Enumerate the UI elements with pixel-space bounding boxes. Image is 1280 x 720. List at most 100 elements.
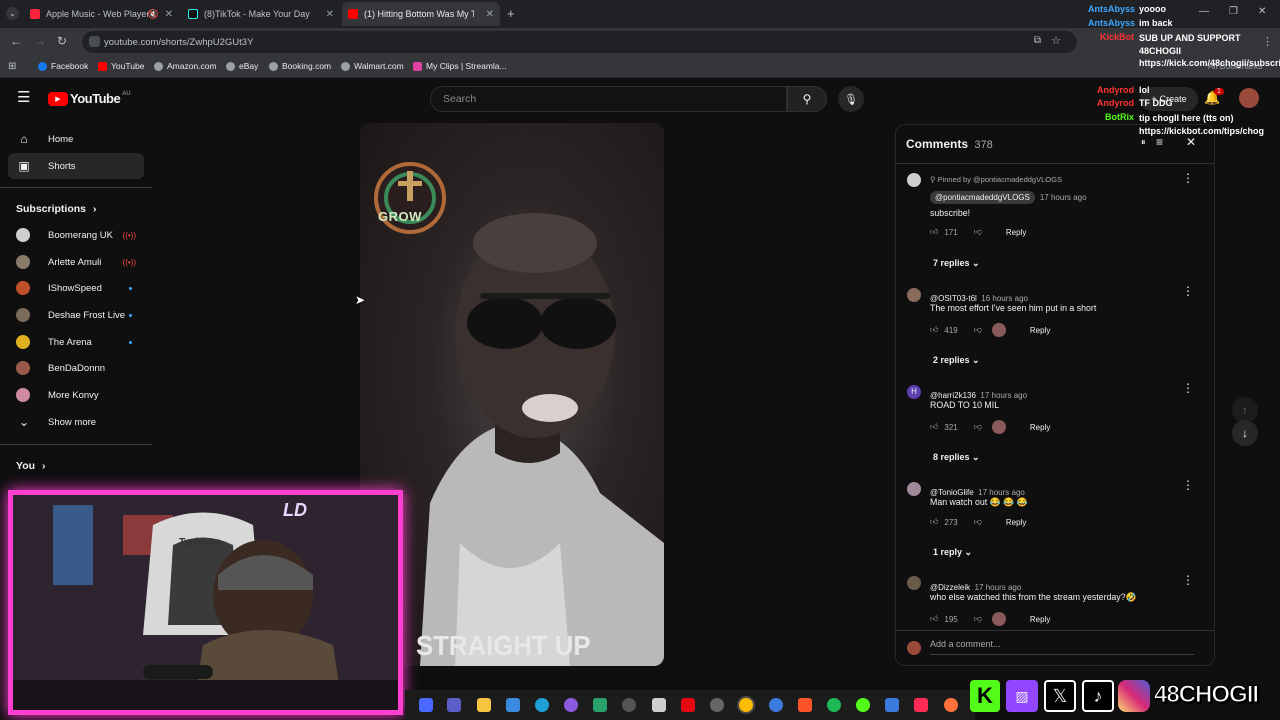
comment-author[interactable]: @TonioGlife	[930, 488, 974, 497]
close-tab-icon[interactable]: ✕	[486, 9, 494, 20]
commenter-avatar[interactable]: H	[907, 385, 921, 399]
tab-youtube[interactable]: (1) Hitting Bottom Was My Turn ✕	[342, 2, 500, 26]
tab-search-icon[interactable]: ⌄	[6, 7, 19, 20]
like-icon[interactable]: 👍︎	[930, 517, 938, 527]
maximize-icon[interactable]: ❐	[1229, 6, 1238, 17]
view-replies-button[interactable]: 1 reply ⌄	[933, 547, 972, 558]
commenter-avatar[interactable]	[907, 173, 921, 187]
comment-menu-icon[interactable]: ⋮	[1182, 381, 1194, 395]
app-icon[interactable]	[710, 698, 724, 712]
bookmark-star-icon[interactable]: ☆	[1051, 34, 1061, 47]
mute-icon[interactable]: 🔇	[148, 9, 159, 20]
sidebar-item-subscription[interactable]: The Arena	[8, 329, 144, 355]
dislike-icon[interactable]: 👎︎	[974, 422, 982, 432]
you-header[interactable]: You ›	[16, 460, 45, 472]
search-input[interactable]: Search	[430, 86, 787, 112]
show-more-button[interactable]: ⌄ Show more	[8, 409, 144, 435]
reply-button[interactable]: Reply	[1006, 228, 1026, 237]
app-icon[interactable]	[593, 698, 607, 712]
hamburger-menu-icon[interactable]: ☰	[17, 90, 30, 105]
close-tab-icon[interactable]: ✕	[165, 9, 173, 20]
bookmark-booking[interactable]: Booking.com	[269, 61, 331, 71]
reply-button[interactable]: Reply	[1006, 518, 1026, 527]
comment-menu-icon[interactable]: ⋮	[1182, 171, 1194, 185]
comment-menu-icon[interactable]: ⋮	[1182, 573, 1194, 587]
tab-tiktok[interactable]: (8)TikTok - Make Your Day ✕	[182, 2, 340, 26]
sidebar-item-subscription[interactable]: More Konvy	[8, 382, 144, 408]
dislike-icon[interactable]: 👎︎	[974, 325, 982, 335]
forward-icon[interactable]: →	[34, 34, 46, 48]
comment-menu-icon[interactable]: ⋮	[1182, 478, 1194, 492]
sidebar-item-subscription[interactable]: Deshae Frost Live	[8, 302, 144, 328]
reload-icon[interactable]: ↻	[57, 34, 67, 48]
tab-apple-music[interactable]: Apple Music - Web Player 🔇 ✕	[24, 2, 179, 26]
edge-icon[interactable]	[535, 698, 549, 712]
subscriptions-header[interactable]: Subscriptions ›	[16, 203, 96, 215]
like-icon[interactable]: 👍︎	[930, 227, 938, 237]
sidebar-item-subscription[interactable]: Boomerang UK ((•))	[8, 222, 144, 248]
close-window-icon[interactable]: ✕	[1258, 6, 1266, 17]
comment-author[interactable]: @Dizzeleik	[930, 583, 970, 592]
steam-icon[interactable]	[622, 698, 636, 712]
view-replies-button[interactable]: 8 replies ⌄	[933, 452, 980, 463]
site-info-icon[interactable]	[89, 36, 100, 47]
install-icon[interactable]: ⧉	[1034, 35, 1041, 46]
sidebar-item-home[interactable]: ⌂ Home	[8, 126, 144, 152]
copilot-icon[interactable]	[419, 698, 433, 712]
close-tab-icon[interactable]: ✕	[326, 9, 334, 20]
spotify-icon[interactable]	[827, 698, 841, 712]
bookmark-walmart[interactable]: Walmart.com	[341, 61, 404, 71]
app-icon[interactable]	[856, 698, 870, 712]
dislike-icon[interactable]: 👎︎	[974, 517, 982, 527]
sidebar-item-shorts[interactable]: ▣ Shorts	[8, 153, 144, 179]
add-comment-input[interactable]: Add a comment...	[930, 639, 1194, 655]
bookmark-youtube[interactable]: YouTube	[98, 61, 144, 71]
chrome-icon[interactable]	[739, 698, 753, 712]
bookmark-streamladder[interactable]: My Clips | Streamla...	[413, 61, 507, 71]
dislike-icon[interactable]: 👎︎	[974, 614, 982, 624]
sidebar-item-subscription[interactable]: Arlette Amuli ((•))	[8, 249, 144, 275]
back-icon[interactable]: ←	[10, 34, 22, 48]
reply-button[interactable]: Reply	[1030, 326, 1050, 335]
like-icon[interactable]: 👍︎	[930, 614, 938, 624]
apps-grid-icon[interactable]: ⊞	[8, 61, 16, 72]
commenter-avatar[interactable]	[907, 482, 921, 496]
brave-icon[interactable]	[798, 698, 812, 712]
teams-icon[interactable]	[447, 698, 461, 712]
account-avatar[interactable]	[1239, 88, 1259, 108]
like-icon[interactable]: 👍︎	[930, 422, 938, 432]
reply-button[interactable]: Reply	[1030, 423, 1050, 432]
store-icon[interactable]	[506, 698, 520, 712]
comment-author[interactable]: @OSIT03-t6l	[930, 294, 977, 303]
url-input[interactable]: youtube.com/shorts/ZwhpU2GUt3Y ⧉ ☆	[82, 31, 1077, 53]
app-icon[interactable]	[885, 698, 899, 712]
close-comments-icon[interactable]: ✕	[1186, 135, 1196, 149]
voice-search-button[interactable]: 🎙	[838, 86, 864, 112]
search-button[interactable]: ⚲	[787, 86, 827, 112]
netflix-icon[interactable]	[681, 698, 695, 712]
sidebar-item-subscription[interactable]: IShowSpeed	[8, 275, 144, 301]
shorts-video-player[interactable]: GROW STRAIGHT UP	[360, 123, 664, 666]
next-short-button[interactable]: ↓	[1232, 420, 1258, 446]
youtube-logo[interactable]: ▶ YouTube AU	[48, 91, 131, 106]
comment-author[interactable]: @harri2k136	[930, 391, 976, 400]
firefox-icon[interactable]	[944, 698, 958, 712]
bookmark-amazon[interactable]: Amazon.com	[154, 61, 217, 71]
bookmark-facebook[interactable]: Facebook	[38, 61, 88, 71]
commenter-avatar[interactable]	[907, 576, 921, 590]
sidebar-item-subscription[interactable]: BenDaDonnn	[8, 355, 144, 381]
app-icon[interactable]	[652, 698, 666, 712]
bookmark-ebay[interactable]: eBay	[226, 61, 258, 71]
discord-icon[interactable]	[564, 698, 578, 712]
new-tab-icon[interactable]: +	[507, 6, 515, 21]
view-replies-button[interactable]: 7 replies ⌄	[933, 258, 980, 269]
app-icon[interactable]	[769, 698, 783, 712]
like-icon[interactable]: 👍︎	[930, 325, 938, 335]
comment-author[interactable]: @pontiacmadeddgVLOGS	[930, 191, 1035, 204]
dislike-icon[interactable]: 👎︎	[974, 227, 982, 237]
view-replies-button[interactable]: 2 replies ⌄	[933, 355, 980, 366]
minimize-icon[interactable]: —	[1199, 6, 1209, 17]
commenter-avatar[interactable]	[907, 288, 921, 302]
sort-icon[interactable]: ≡	[1156, 135, 1163, 149]
file-explorer-icon[interactable]	[477, 698, 491, 712]
